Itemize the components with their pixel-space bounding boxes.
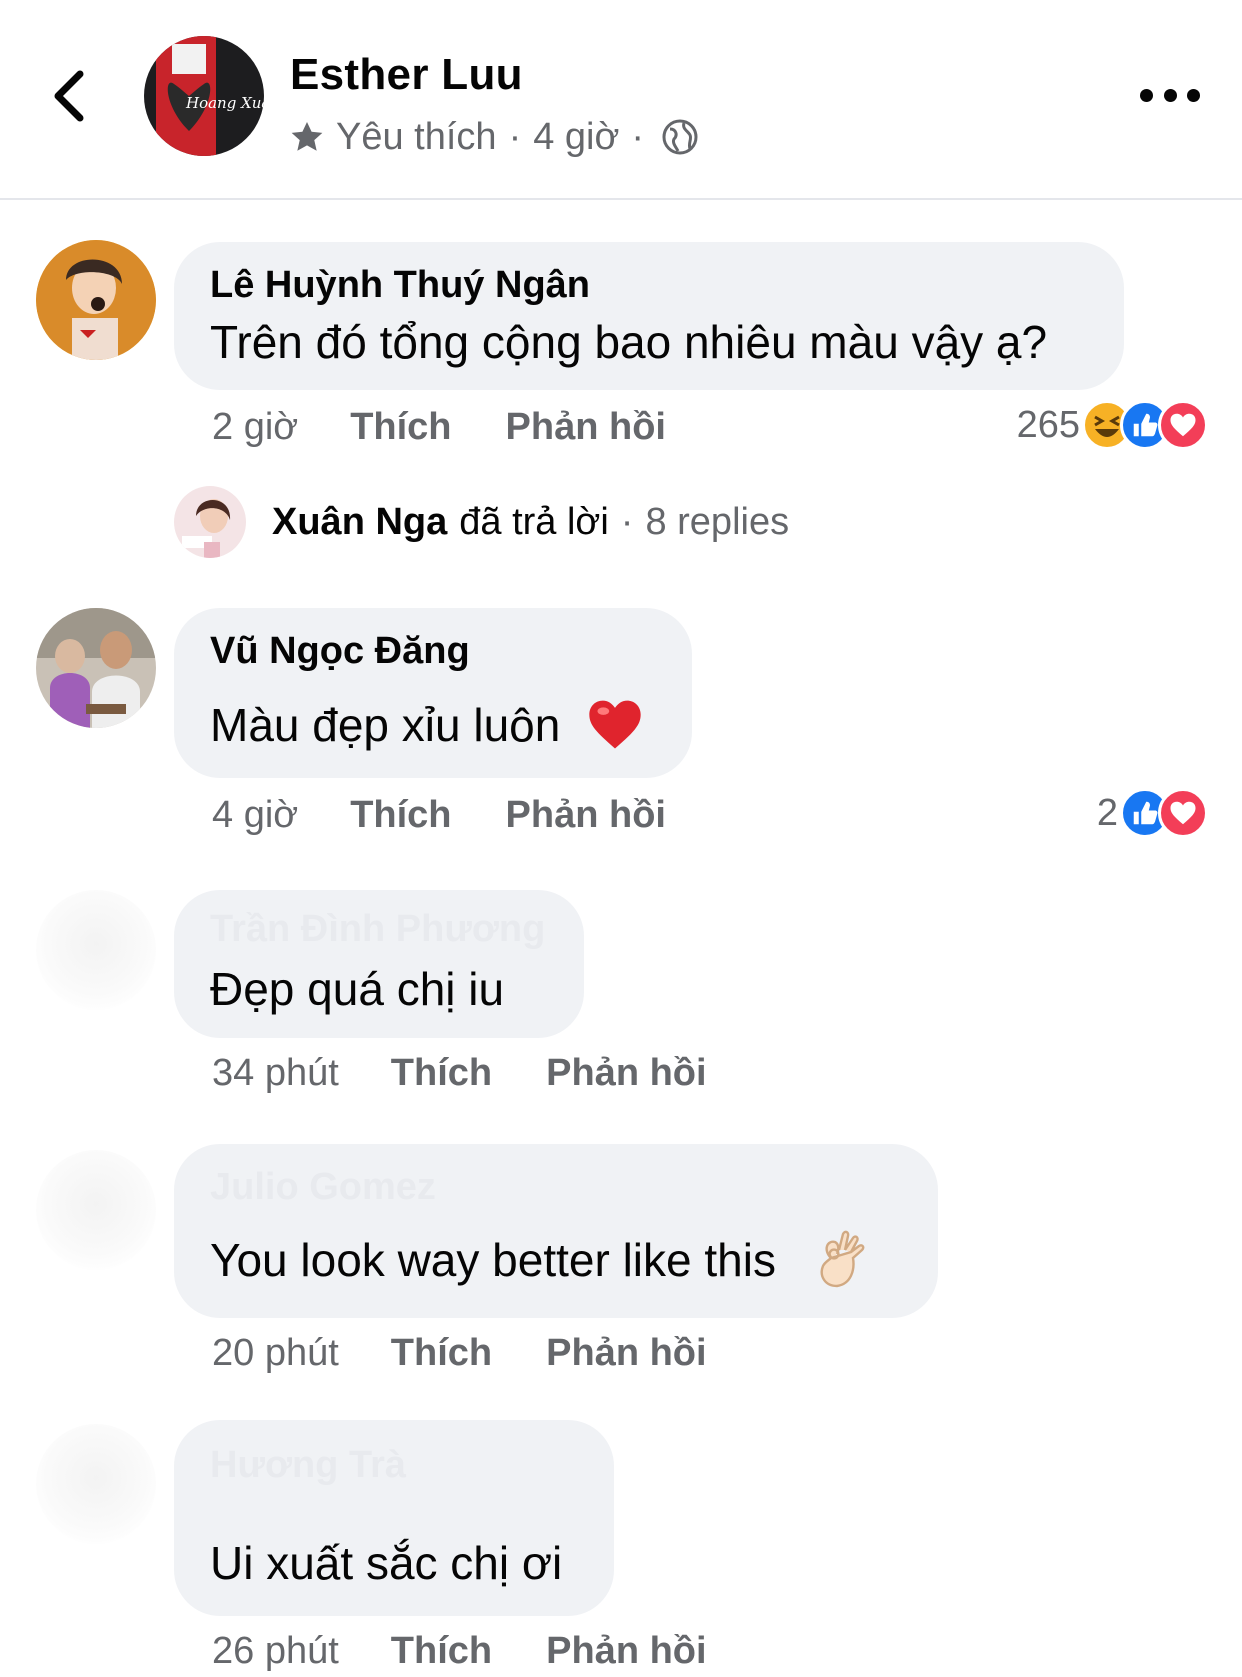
- like-button[interactable]: Thích: [391, 1332, 492, 1375]
- reply-button[interactable]: Phản hồi: [546, 1332, 706, 1375]
- chevron-left-icon[interactable]: [48, 66, 92, 126]
- love-reaction-icon: [1158, 400, 1208, 450]
- reply-button[interactable]: Phản hồi: [546, 1630, 706, 1673]
- comment-actions: 26 phút Thích Phản hồi: [212, 1630, 761, 1673]
- commenter-avatar[interactable]: [36, 890, 156, 1010]
- commenter-avatar[interactable]: [36, 240, 156, 360]
- comment-time[interactable]: 20 phút: [212, 1332, 339, 1375]
- replier-name[interactable]: Xuân Nga: [272, 501, 447, 544]
- comment-time[interactable]: 4 giờ: [212, 794, 298, 837]
- comment-text: You look way better like this: [210, 1230, 902, 1290]
- reply-button[interactable]: Phản hồi: [546, 1052, 706, 1095]
- commenter-name[interactable]: Julio Gomez: [210, 1166, 902, 1210]
- view-replies-link[interactable]: Xuân Nga đã trả lời · 8 replies: [174, 486, 789, 558]
- post-meta: Yêu thích · 4 giờ ·: [288, 112, 700, 162]
- comment-text: Trên đó tổng cộng bao nhiêu màu vậy ạ?: [210, 316, 1048, 368]
- reaction-count: 2: [1096, 791, 1118, 834]
- comment-text: Màu đẹp xỉu luôn: [210, 697, 656, 752]
- commenter-name[interactable]: Trần Đình Phương: [210, 908, 548, 952]
- author-avatar-text: Hoang Xuan: [185, 94, 264, 112]
- favorite-label: Yêu thích: [336, 115, 497, 158]
- comment-actions: 34 phút Thích Phản hồi: [212, 1052, 761, 1095]
- post-header: Hoang Xuan Esther Luu Yêu thích · 4 giờ …: [0, 0, 1242, 200]
- reaction-summary[interactable]: 2: [1097, 788, 1208, 838]
- comment-bubble[interactable]: Lê Huỳnh Thuý Ngân Trên đó tổng cộng bao…: [174, 242, 1124, 390]
- post-time: 4 giờ: [533, 115, 620, 158]
- commenter-avatar[interactable]: [36, 1150, 156, 1270]
- comment-bubble[interactable]: Vũ Ngọc Đăng Màu đẹp xỉu luôn: [174, 608, 692, 778]
- love-reaction-icon: [1158, 788, 1208, 838]
- comment-text: Ui xuất sắc chị ơi: [210, 1537, 563, 1589]
- star-icon: [291, 121, 323, 151]
- red-heart-emoji-icon: [589, 700, 641, 749]
- comment-time[interactable]: 26 phút: [212, 1630, 339, 1673]
- commenter-name[interactable]: Lê Huỳnh Thuý Ngân: [210, 264, 1088, 307]
- commenter-avatar[interactable]: [36, 608, 156, 728]
- comment-actions: 4 giờ Thích Phản hồi: [212, 794, 720, 837]
- globe-icon: [662, 119, 698, 155]
- comment-actions: 2 giờ Thích Phản hồi: [212, 406, 720, 449]
- reply-button[interactable]: Phản hồi: [506, 794, 666, 837]
- comment-time[interactable]: 2 giờ: [212, 406, 298, 449]
- author-name[interactable]: Esther Luu: [290, 50, 523, 100]
- like-button[interactable]: Thích: [391, 1052, 492, 1095]
- comment-text-body: You look way better like this: [210, 1234, 776, 1286]
- commenter-avatar[interactable]: [36, 1424, 156, 1544]
- comment-bubble[interactable]: Julio Gomez You look way better like thi…: [174, 1144, 938, 1318]
- like-button[interactable]: Thích: [391, 1630, 492, 1673]
- ok-hand-emoji-icon: [820, 1230, 865, 1288]
- comment-text-body: Màu đẹp xỉu luôn: [210, 699, 561, 751]
- like-button[interactable]: Thích: [350, 794, 451, 837]
- replier-avatar: [174, 486, 246, 558]
- meta-separator: ·: [508, 115, 522, 158]
- comment-actions: 20 phút Thích Phản hồi: [212, 1332, 761, 1375]
- more-horizontal-icon[interactable]: [1140, 80, 1200, 110]
- comment-time[interactable]: 34 phút: [212, 1052, 339, 1095]
- commenter-name[interactable]: Vũ Ngọc Đăng: [210, 630, 656, 673]
- comment-bubble[interactable]: Hương Trà Ui xuất sắc chị ơi: [174, 1420, 614, 1616]
- reaction-summary[interactable]: 265: [1017, 400, 1208, 450]
- comment-text: Đẹp quá chị iu: [210, 963, 505, 1015]
- meta-separator: ·: [631, 115, 645, 158]
- reply-separator: ·: [620, 500, 634, 543]
- reply-count: 8 replies: [645, 500, 790, 543]
- reply-button[interactable]: Phản hồi: [506, 406, 666, 449]
- comment-bubble[interactable]: Trần Đình Phương Đẹp quá chị iu: [174, 890, 584, 1038]
- author-avatar[interactable]: Hoang Xuan: [144, 36, 264, 156]
- commenter-name[interactable]: Hương Trà: [210, 1444, 578, 1536]
- like-button[interactable]: Thích: [350, 406, 451, 449]
- reply-verb: đã trả lời: [459, 500, 609, 543]
- reaction-count: 265: [1016, 403, 1080, 446]
